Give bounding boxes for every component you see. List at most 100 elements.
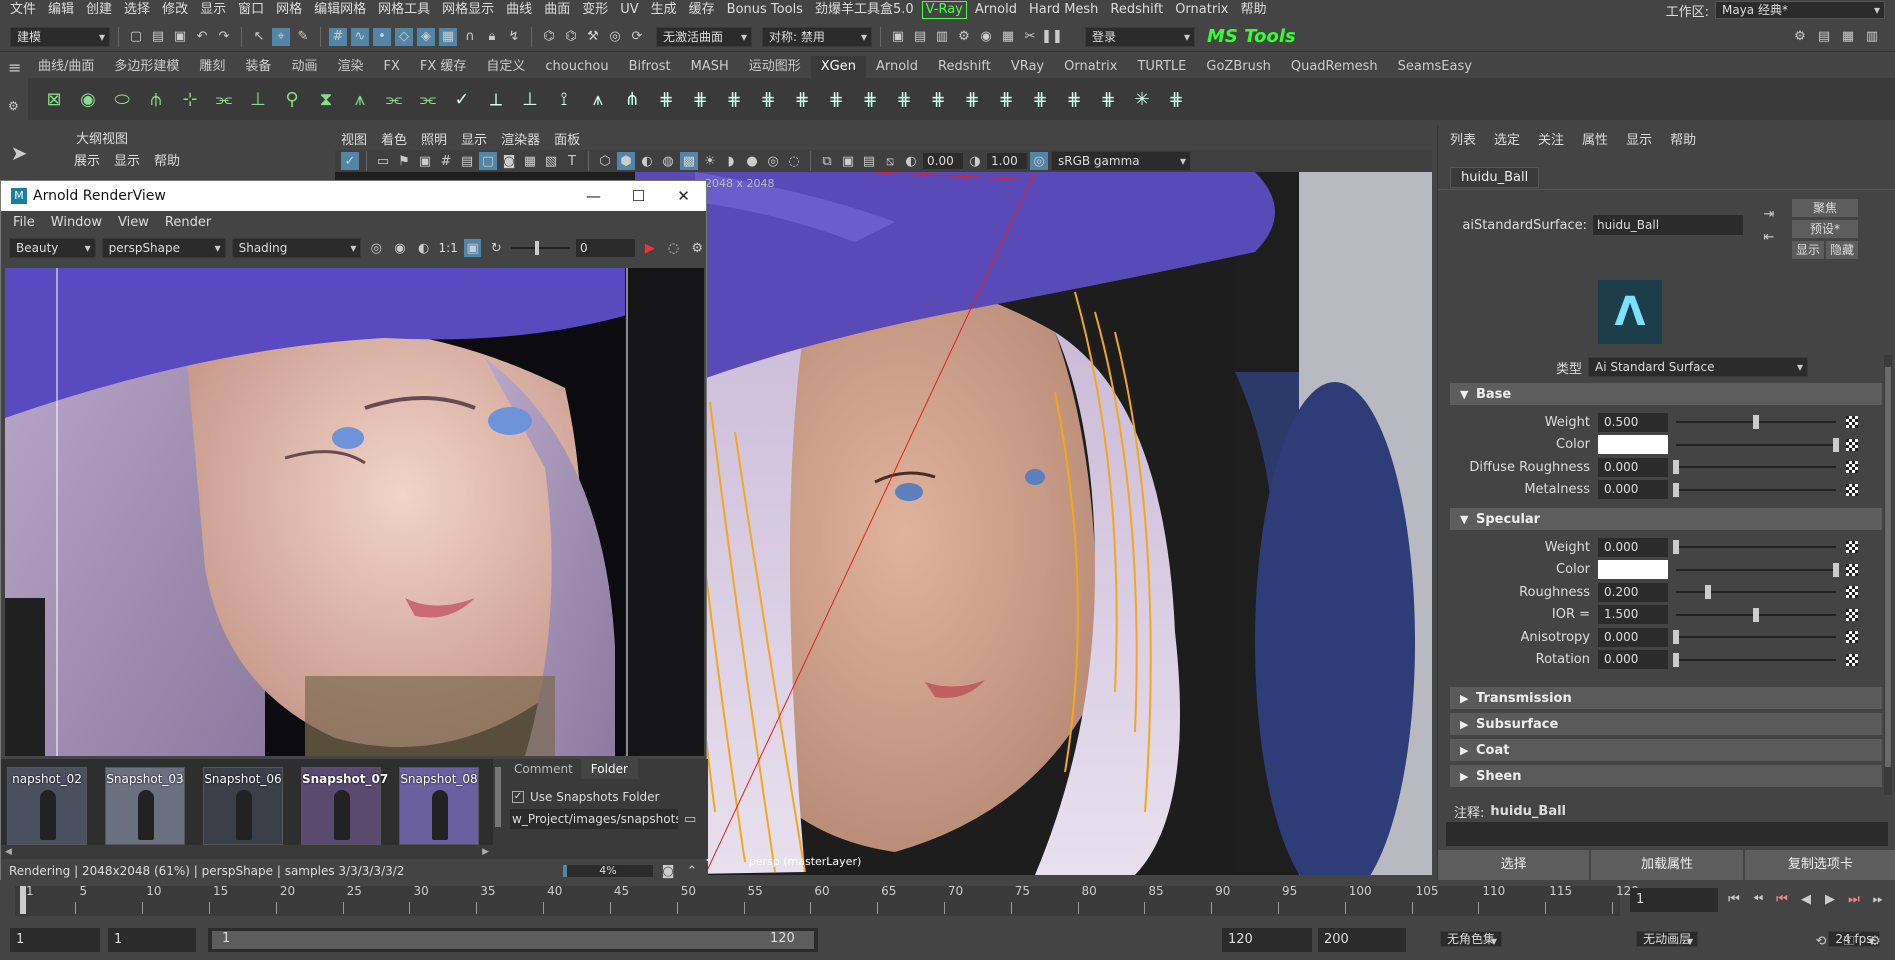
- renderview-titlebar[interactable]: M Arnold RenderView — ☐ ✕: [1, 181, 706, 211]
- ae-menu-item[interactable]: 帮助: [1670, 129, 1696, 148]
- xgen-shelf-tool-icon[interactable]: ⊥: [246, 87, 270, 111]
- attr-value-field[interactable]: 0.200: [1598, 582, 1668, 602]
- menu-item[interactable]: 网格工具: [372, 0, 436, 20]
- construction-icon[interactable]: ⚒: [584, 28, 602, 46]
- pause-icon[interactable]: ❚❚: [1041, 28, 1063, 46]
- xgen-shelf-tool-icon[interactable]: ⫘: [416, 87, 440, 111]
- xgen-shelf-tool-icon[interactable]: ⋕: [722, 87, 746, 111]
- ae-bottom-button[interactable]: 加载属性: [1591, 850, 1743, 880]
- xgen-shelf-tool-icon[interactable]: ⋕: [858, 87, 882, 111]
- xgen-shelf-tool-icon[interactable]: ⫘: [382, 87, 406, 111]
- attr-value-field[interactable]: 0.000: [1598, 480, 1668, 499]
- shader-name-field[interactable]: huidu_Ball: [1593, 215, 1743, 235]
- history-icon[interactable]: ↯: [505, 28, 523, 46]
- shelf-tab[interactable]: chouchou: [535, 56, 618, 78]
- xgen-shelf-tool-icon[interactable]: ⋕: [1096, 87, 1120, 111]
- new-scene-icon[interactable]: ▢: [127, 28, 145, 46]
- menu-item[interactable]: 编辑: [42, 0, 80, 20]
- menu-item[interactable]: Redshift: [1104, 0, 1169, 20]
- xray-icon[interactable]: ▣: [839, 152, 857, 170]
- menu-item[interactable]: 帮助: [1235, 0, 1273, 20]
- render-frame-icon[interactable]: ▤: [911, 28, 929, 46]
- magnet-icon[interactable]: ∩: [461, 28, 479, 46]
- redo-icon[interactable]: ↷: [215, 28, 233, 46]
- lights-icon[interactable]: ☀: [701, 152, 719, 170]
- shelf-tab[interactable]: 装备: [235, 56, 281, 78]
- texture-map-icon[interactable]: [1846, 461, 1858, 473]
- ae-menu-item[interactable]: 显示: [1626, 129, 1652, 148]
- outliner-menu-item[interactable]: 展示: [74, 150, 100, 169]
- attr-slider[interactable]: [1673, 652, 1836, 667]
- attr-color-swatch[interactable]: [1598, 435, 1668, 454]
- texture-map-icon[interactable]: [1846, 438, 1858, 451]
- current-frame-field[interactable]: 1: [1630, 888, 1718, 912]
- playback-end-field[interactable]: 120: [1222, 928, 1312, 952]
- current-frame-marker[interactable]: [20, 886, 26, 914]
- gate-mask-icon[interactable]: ◙: [500, 152, 518, 170]
- character-set-dropdown[interactable]: 无角色集: [1440, 931, 1503, 947]
- safe-action-icon[interactable]: ▧: [542, 152, 560, 170]
- menu-item[interactable]: Ornatrix: [1169, 0, 1234, 20]
- attribute-editor-toggle-icon[interactable]: ▤: [1815, 28, 1833, 46]
- attr-slider[interactable]: [1676, 585, 1836, 599]
- render-settings-icon[interactable]: ⚙: [955, 28, 973, 46]
- camera-dropdown[interactable]: perspShape: [101, 238, 226, 258]
- menu-item[interactable]: UV: [614, 0, 644, 20]
- menu-item[interactable]: 文件: [4, 0, 42, 20]
- rendered-image[interactable]: [5, 268, 704, 756]
- lock-icon[interactable]: 🔒︎: [483, 28, 501, 46]
- exposure-value[interactable]: 0: [576, 239, 635, 257]
- output-ops-icon[interactable]: ⌬: [562, 28, 580, 46]
- xgen-shelf-tool-icon[interactable]: ⋕: [926, 87, 950, 111]
- display-settings-icon[interactable]: ◎: [367, 239, 385, 257]
- menu-item[interactable]: 创建: [80, 0, 118, 20]
- shelf-tab[interactable]: 渲染: [327, 56, 373, 78]
- tool-settings-toggle-icon[interactable]: ▦: [1839, 28, 1857, 46]
- time-slider[interactable]: 1 5 10 15 20 25 30 35 40 45 50 55 60 65 70 75 80 85 90 95 10…: [0, 880, 1895, 920]
- textured-icon[interactable]: ▩: [680, 152, 698, 170]
- open-scene-icon[interactable]: ▤: [149, 28, 167, 46]
- texture-map-icon[interactable]: [1846, 653, 1858, 666]
- snapshot-camera-icon[interactable]: ◙: [659, 862, 677, 880]
- shelf-tab[interactable]: Bifrost: [619, 56, 681, 78]
- menu-item[interactable]: 网格显示: [436, 0, 500, 20]
- xgen-shelf-tool-icon[interactable]: ✳: [1130, 87, 1154, 111]
- workspace-dropdown[interactable]: Maya 经典*: [1715, 1, 1885, 19]
- xgen-shelf-tool-icon[interactable]: ⩚: [586, 87, 610, 111]
- menu-item[interactable]: Bonus Tools: [721, 0, 809, 20]
- menu-item[interactable]: Arnold: [969, 0, 1023, 20]
- smooth-shade-icon[interactable]: ⬢: [617, 152, 635, 170]
- folder-icon[interactable]: ▭: [684, 812, 696, 827]
- renderview-menu-item[interactable]: Render: [165, 215, 211, 230]
- menu-item[interactable]: 曲面: [538, 0, 576, 20]
- login-dropdown[interactable]: 登录: [1085, 26, 1195, 47]
- camera-attr-icon[interactable]: ▭: [374, 152, 392, 170]
- wireframe-on-shaded-icon[interactable]: ◍: [659, 152, 677, 170]
- menu-item[interactable]: V-Ray: [921, 1, 967, 19]
- panel-layout-icon[interactable]: ⚙: [1791, 28, 1809, 46]
- xgen-shelf-tool-icon[interactable]: ⫘: [212, 87, 236, 111]
- field-chart-icon[interactable]: ▦: [521, 152, 539, 170]
- viewport-menu-item[interactable]: 面板: [554, 129, 580, 148]
- backface-icon[interactable]: ⧅: [881, 152, 899, 170]
- texture-map-icon[interactable]: [1846, 483, 1858, 496]
- renderview-menu-item[interactable]: File: [13, 215, 35, 230]
- ae-menu-item[interactable]: 选定: [1494, 129, 1520, 148]
- section-base[interactable]: ▼ Base: [1450, 383, 1882, 405]
- attr-slider[interactable]: [1673, 540, 1836, 554]
- select-arrow-icon[interactable]: ➤: [10, 141, 28, 165]
- exposure-icon[interactable]: ◐: [902, 152, 920, 170]
- show-button[interactable]: 显示: [1792, 241, 1824, 259]
- xgen-shelf-tool-icon[interactable]: ⋔: [620, 87, 644, 111]
- shelf-tab[interactable]: 自定义: [476, 56, 535, 78]
- section-subsurface[interactable]: ▶ Subsurface: [1450, 713, 1882, 735]
- ipr-render-icon[interactable]: ▥: [933, 28, 951, 46]
- default-material-icon[interactable]: ◐: [638, 152, 656, 170]
- shelf-tab[interactable]: 多边形建模: [104, 56, 189, 78]
- range-bar[interactable]: 1 120: [208, 928, 818, 952]
- xgen-shelf-tool-icon[interactable]: ⋕: [824, 87, 848, 111]
- shelf-tab[interactable]: FX: [373, 56, 409, 78]
- prev-key-icon[interactable]: ⏮︎: [1773, 890, 1791, 908]
- go-output-icon[interactable]: ⇤: [1760, 228, 1778, 246]
- ae-bottom-button[interactable]: 复制选项卡: [1744, 850, 1895, 880]
